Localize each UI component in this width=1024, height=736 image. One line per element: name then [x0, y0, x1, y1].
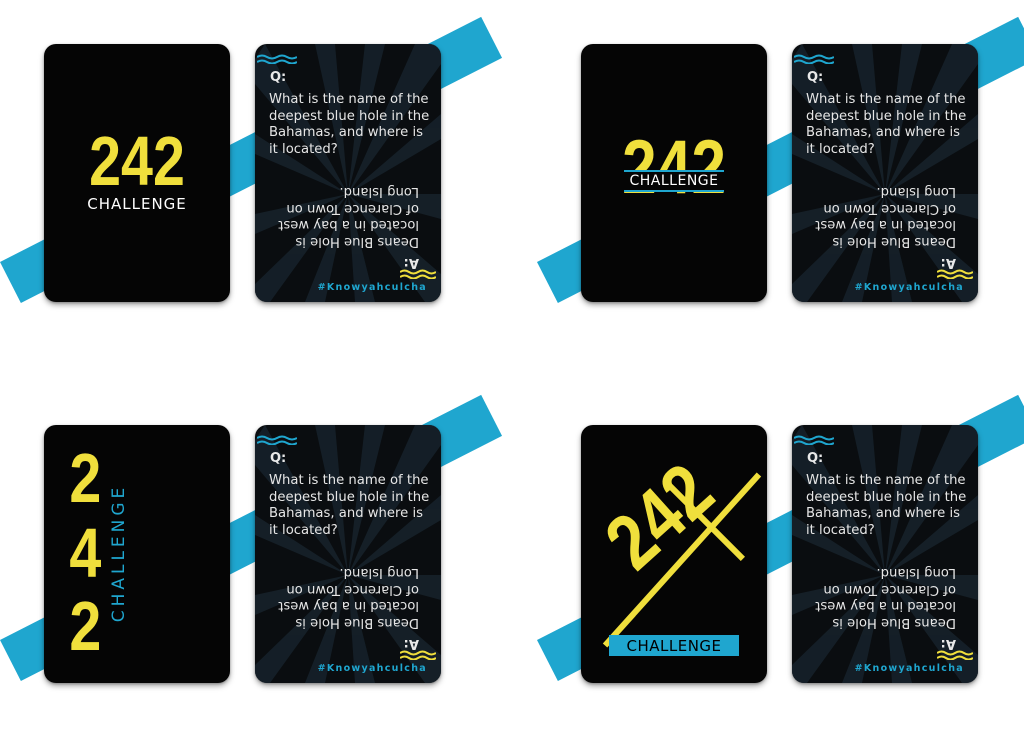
wave-bottom-icon — [937, 650, 973, 660]
wave-top-icon — [257, 435, 297, 445]
logo-word: CHALLENGE — [109, 483, 129, 623]
answer-block: A: Deans Blue Hole is located in a bay w… — [269, 563, 427, 651]
logo-word: CHALLENGE — [629, 173, 719, 189]
logo-digit: 2 — [69, 587, 102, 665]
logo-card-variant-3: 2 4 2 CHALLENGE — [44, 425, 230, 683]
question-card: Q: What is the name of the deepest blue … — [792, 44, 978, 302]
wave-top-icon — [257, 54, 297, 64]
answer-text: Deans Blue Hole is located in a bay west… — [815, 184, 956, 249]
logo-rule — [624, 170, 724, 172]
hashtag: #Knowyahculcha — [317, 282, 427, 293]
wave-bottom-icon — [937, 269, 973, 279]
logo-digit: 4 — [69, 514, 102, 592]
logo-card-variant-4: 242 CHALLENGE — [581, 425, 767, 683]
wave-top-icon — [794, 54, 834, 64]
answer-block: A: Deans Blue Hole is located in a bay w… — [269, 182, 427, 270]
logo-rule — [624, 190, 724, 192]
question-text: What is the name of the deepest blue hol… — [806, 92, 967, 157]
answer-text: Deans Blue Hole is located in a bay west… — [815, 565, 956, 630]
wave-bottom-icon — [400, 650, 436, 660]
logo-card-variant-1: 242 CHALLENGE — [44, 44, 230, 302]
hashtag: #Knowyahculcha — [854, 663, 964, 674]
answer-text: Deans Blue Hole is located in a bay west… — [278, 184, 419, 249]
question-text: What is the name of the deepest blue hol… — [269, 473, 430, 538]
question-card: Q: What is the name of the deepest blue … — [255, 425, 441, 683]
answer-label: A: — [940, 636, 956, 651]
question-text: What is the name of the deepest blue hol… — [806, 473, 967, 538]
logo-digit: 2 — [69, 439, 102, 517]
logo-word: CHALLENGE — [87, 195, 187, 213]
logo-word: CHALLENGE — [626, 637, 722, 655]
question-text: What is the name of the deepest blue hol… — [269, 92, 430, 157]
answer-label: A: — [940, 255, 956, 270]
hashtag: #Knowyahculcha — [317, 663, 427, 674]
logo-number: 242 — [588, 446, 730, 586]
question-label: Q: — [807, 70, 824, 85]
question-card: Q: What is the name of the deepest blue … — [792, 425, 978, 683]
logo-card-variant-2: 242 CHALLENGE — [581, 44, 767, 302]
answer-block: A: Deans Blue Hole is located in a bay w… — [806, 182, 964, 270]
logo-number: 242 — [89, 122, 185, 200]
wave-top-icon — [794, 435, 834, 445]
question-label: Q: — [270, 451, 287, 466]
logo-number: 242 — [622, 125, 726, 210]
question-card: Q: What is the name of the deepest blue … — [255, 44, 441, 302]
hashtag: #Knowyahculcha — [854, 282, 964, 293]
wave-bottom-icon — [400, 269, 436, 279]
answer-label: A: — [403, 255, 419, 270]
question-label: Q: — [807, 451, 824, 466]
answer-block: A: Deans Blue Hole is located in a bay w… — [806, 563, 964, 651]
question-label: Q: — [270, 70, 287, 85]
answer-text: Deans Blue Hole is located in a bay west… — [278, 565, 419, 630]
answer-label: A: — [403, 636, 419, 651]
